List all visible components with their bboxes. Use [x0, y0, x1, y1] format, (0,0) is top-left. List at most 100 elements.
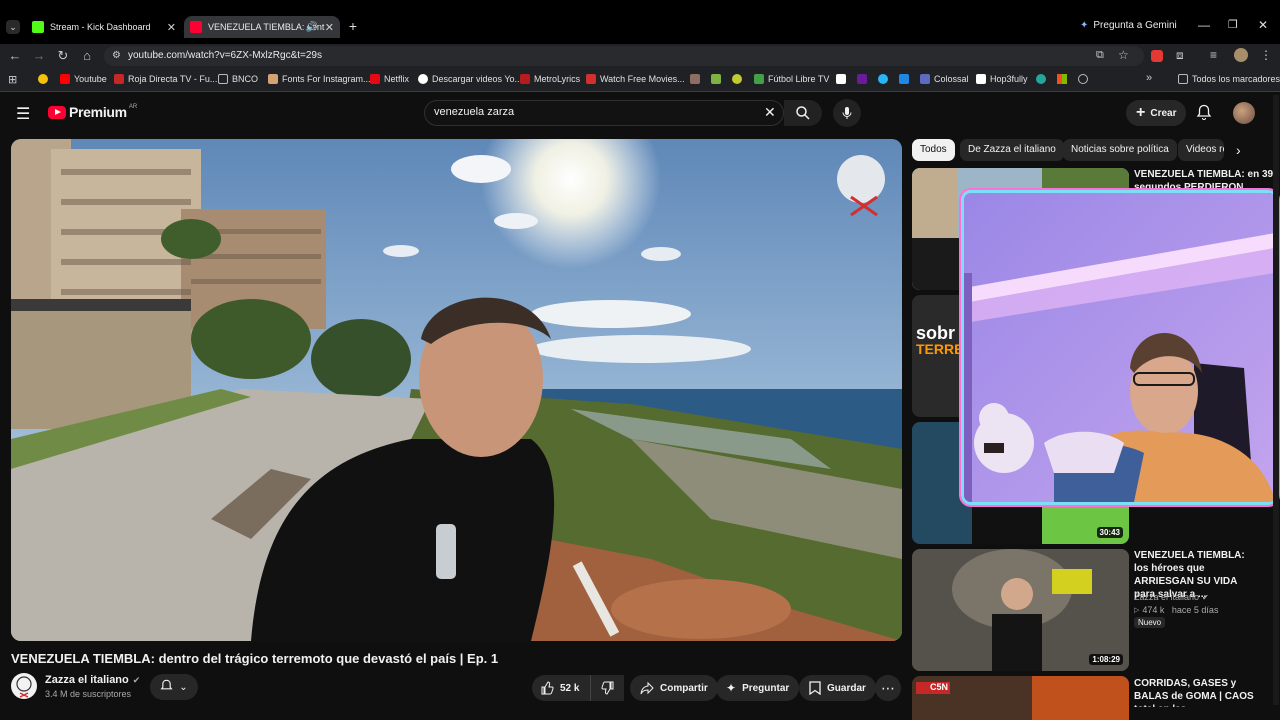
reload-icon[interactable]: ↻: [54, 47, 72, 65]
window-close-icon[interactable]: ✕: [1258, 18, 1268, 32]
minimize-icon[interactable]: —: [1198, 18, 1210, 32]
bell-icon: [160, 679, 173, 696]
all-bookmarks-folder[interactable]: Todos los marcadores: [1178, 74, 1280, 84]
chevron-right-icon[interactable]: ›: [1236, 142, 1241, 158]
tab-venezuela-tiembla[interactable]: VENEZUELA TIEMBLA: dent 🔊 ✕: [184, 16, 340, 38]
futbol-icon: [754, 74, 764, 84]
youtube-logo[interactable]: Premium AR: [48, 104, 137, 120]
bookmark-misc-icon[interactable]: [732, 74, 742, 84]
channel-avatar[interactable]: [11, 673, 37, 699]
gemini-button[interactable]: ✦ Pregunta a Gemini: [1080, 20, 1177, 31]
restore-icon[interactable]: ❐: [1228, 18, 1238, 31]
home-icon[interactable]: ⌂: [78, 47, 96, 65]
media-control-icon[interactable]: ≡: [1210, 48, 1217, 62]
hamburger-menu-icon[interactable]: ☰: [16, 104, 30, 124]
bookmark-futbol-libre[interactable]: Fútbol Libre TV: [754, 74, 829, 84]
bookmark-label: Todos los marcadores: [1192, 74, 1280, 84]
recommendation-channel[interactable]: Zazza el italiano ✔: [1134, 592, 1209, 602]
url-text: youtube.com/watch?v=6ZX-MxlzRgc&t=29s: [128, 50, 322, 61]
page-scrollbar[interactable]: [1273, 95, 1279, 705]
globe-icon[interactable]: [1078, 74, 1088, 84]
bookmark-descargar-videos[interactable]: Descargar videos Yo...: [418, 74, 522, 84]
install-app-icon[interactable]: ⧉: [1096, 49, 1104, 62]
close-icon[interactable]: ✕: [167, 21, 176, 34]
share-button[interactable]: Compartir: [630, 675, 718, 701]
account-avatar[interactable]: [1233, 102, 1255, 124]
share-label: Compartir: [660, 682, 708, 694]
tab-search-chevron-icon[interactable]: ⌄: [6, 20, 20, 34]
hop3fully-icon: [976, 74, 986, 84]
chip-noticias-politica[interactable]: Noticias sobre política: [1063, 139, 1177, 161]
youtube-play-icon: [48, 105, 66, 119]
extension-red-icon[interactable]: [1151, 50, 1163, 62]
bookmark-misc-icon[interactable]: [711, 74, 721, 84]
site-info-icon[interactable]: ⚙: [112, 50, 121, 61]
microsoft-icon[interactable]: [1057, 74, 1067, 84]
bookmark-label: Watch Free Movies...: [600, 74, 685, 84]
plus-icon: +: [1136, 104, 1146, 121]
clear-search-icon[interactable]: ✕: [764, 104, 776, 121]
apps-grid-icon[interactable]: ⊞: [8, 73, 17, 86]
bookmark-netflix[interactable]: Netflix: [370, 74, 409, 84]
recommendation-thumbnail[interactable]: 1:08:29: [912, 549, 1129, 671]
extensions-puzzle-icon[interactable]: ⧈: [1176, 48, 1184, 63]
colossal-icon: [920, 74, 930, 84]
bookmark-misc-icon[interactable]: [690, 74, 700, 84]
save-button[interactable]: Guardar: [799, 675, 876, 701]
browser-menu-icon[interactable]: ⋮: [1260, 48, 1272, 62]
title-line: VENEZUELA TIEMBLA: en 39: [1134, 169, 1274, 180]
bookmark-colossal[interactable]: Colossal: [920, 74, 969, 84]
ask-button[interactable]: ✦ Preguntar: [716, 675, 800, 701]
chip-todos[interactable]: Todos: [912, 139, 955, 161]
forward-icon[interactable]: →: [30, 47, 48, 65]
search-button[interactable]: [784, 100, 822, 126]
tab-kick-dashboard[interactable]: Stream - Kick Dashboard ✕: [26, 16, 182, 38]
bookmark-label: Roja Directa TV - Fu...: [128, 74, 218, 84]
emoji-bookmark-icon[interactable]: [38, 74, 48, 84]
bookmark-roja-directa[interactable]: Roja Directa TV - Fu...: [114, 74, 217, 84]
chip-videos-relacionados[interactable]: Videos re: [1178, 139, 1224, 161]
chip-de-zazza[interactable]: De Zazza el italiano: [960, 139, 1064, 161]
subscription-bell-button[interactable]: ⌄: [150, 674, 198, 700]
channel-name[interactable]: Zazza el italiano ✔: [45, 674, 140, 686]
recommendation-meta: ▷ 474 k hace 5 días: [1134, 605, 1218, 615]
dislike-button[interactable]: [590, 675, 624, 701]
voice-search-button[interactable]: [833, 99, 861, 127]
youtube-icon: [60, 74, 70, 84]
bookmark-misc-icon[interactable]: [836, 74, 846, 84]
bookmark-fonts-instagram[interactable]: Fonts For Instagram...: [268, 74, 371, 84]
recommendation-title[interactable]: CORRIDAS, GASES y BALAS de GOMA | CAOS t…: [1134, 677, 1260, 707]
bookmark-hop3fully[interactable]: Hop3fully: [976, 74, 1028, 84]
bookmark-label: Youtube: [74, 74, 107, 84]
close-icon[interactable]: ✕: [325, 21, 334, 34]
video-player[interactable]: [11, 139, 902, 641]
bookmark-label: MetroLyrics: [534, 74, 581, 84]
more-bookmarks-icon[interactable]: »: [1146, 72, 1152, 84]
bookmark-bnco[interactable]: BNCO: [218, 74, 258, 84]
bookmark-metrolyrics[interactable]: MetroLyrics: [520, 74, 580, 84]
create-button[interactable]: + Crear: [1126, 100, 1187, 126]
notifications-bell-icon[interactable]: [1196, 104, 1212, 126]
tab-label: Stream - Kick Dashboard: [50, 22, 151, 32]
roja-directa-icon: [114, 74, 124, 84]
speaker-icon[interactable]: 🔊: [306, 22, 318, 33]
bookmark-icon: [809, 681, 821, 695]
ask-label: Preguntar: [742, 682, 790, 694]
bookmark-youtube[interactable]: Youtube: [60, 74, 107, 84]
more-actions-icon[interactable]: ⋯: [875, 675, 901, 701]
bookmark-misc-icon[interactable]: [878, 74, 888, 84]
channel-avatar-image: [16, 676, 32, 698]
meta-text: 474 k hace 5 días: [1142, 605, 1219, 615]
bookmark-misc-icon[interactable]: [1036, 74, 1046, 84]
bookmark-label: Netflix: [384, 74, 410, 84]
bookmark-misc-icon[interactable]: [899, 74, 909, 84]
bookmark-watch-free-movies[interactable]: Watch Free Movies...: [586, 74, 685, 84]
profile-avatar[interactable]: [1234, 48, 1248, 62]
bookmark-star-icon[interactable]: ☆: [1118, 48, 1129, 62]
folder-icon: [218, 74, 228, 84]
new-tab-icon[interactable]: +: [346, 19, 360, 33]
recommendation-thumbnail[interactable]: C5N: [912, 676, 1129, 720]
bookmark-label: Fútbol Libre TV: [768, 74, 830, 84]
yahoo-icon[interactable]: [857, 74, 867, 84]
back-icon[interactable]: ←: [6, 47, 24, 65]
